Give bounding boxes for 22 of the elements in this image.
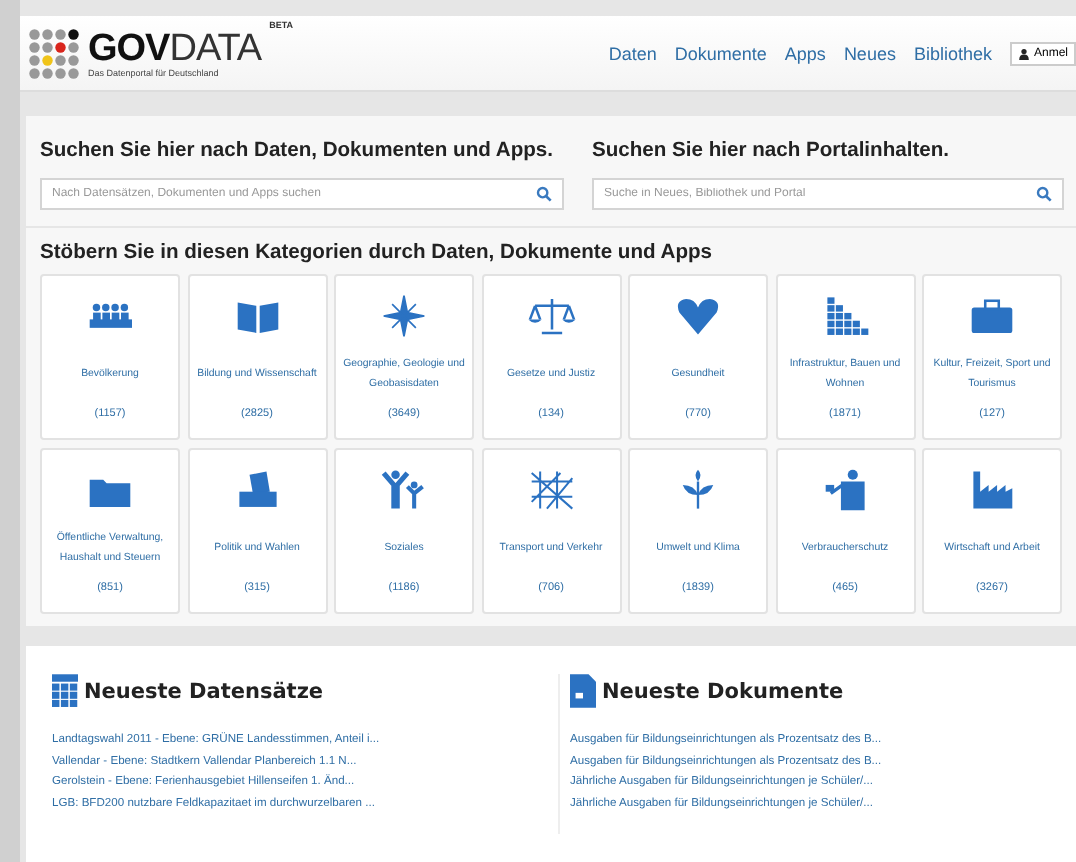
heart-icon bbox=[672, 294, 724, 338]
user-icon bbox=[1017, 47, 1030, 59]
briefcase-icon bbox=[966, 294, 1018, 338]
nav-link[interactable]: Daten bbox=[608, 43, 657, 63]
logo-wordmark: GOVDATA bbox=[88, 29, 262, 67]
nav-link[interactable]: Apps bbox=[784, 43, 826, 63]
categories-heading: Stöbern Sie in diesen Kategorien durch Daten, Dokumente und Apps bbox=[40, 242, 715, 264]
document-icon bbox=[570, 674, 596, 708]
search-heading: Suchen Sie hier nach Daten, Dokumenten und Apps. bbox=[40, 140, 556, 162]
section-heading: Neueste Datensätze bbox=[84, 679, 324, 703]
scales-icon bbox=[525, 294, 577, 338]
table-icon bbox=[52, 674, 78, 708]
nav-link[interactable]: Dokumente bbox=[674, 43, 767, 63]
compass-icon bbox=[378, 294, 430, 338]
nav-link[interactable]: Bibliothek bbox=[913, 43, 992, 63]
nav-link[interactable]: Neues bbox=[843, 43, 896, 63]
search-heading: Suchen Sie hier nach Portalinhalten. bbox=[592, 140, 952, 162]
logo-dots-icon bbox=[28, 27, 80, 79]
section-heading: Neueste Dokumente bbox=[602, 679, 844, 703]
search-icon bbox=[536, 186, 552, 202]
network-icon bbox=[525, 468, 577, 512]
search-icon bbox=[1036, 186, 1052, 202]
